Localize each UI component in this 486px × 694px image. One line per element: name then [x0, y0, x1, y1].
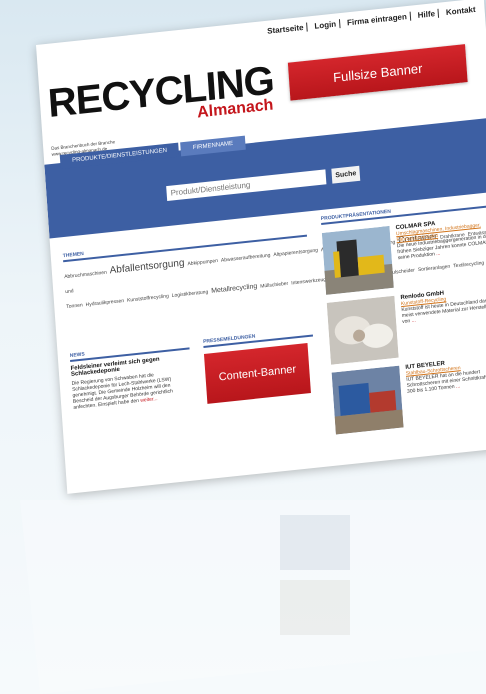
reflection-shape: [20, 500, 486, 694]
top-navigation: Startseite Login Firma eintragen Hilfe K…: [263, 5, 479, 37]
nav-hilfe[interactable]: Hilfe: [414, 8, 440, 21]
news-body: Die Regierung von Schwaben hat die Schla…: [71, 372, 174, 411]
tag-cloud-item[interactable]: Metallrecycling: [211, 283, 258, 295]
themen-section: THEMEN Abbruchmaschinen Abfallentsorgung A…: [62, 227, 486, 313]
colmar-product-image[interactable]: [321, 225, 394, 295]
tag-cloud-item[interactable]: Altpapierentsorgung: [273, 248, 318, 259]
nav-login[interactable]: Login: [311, 19, 341, 32]
product-more-link[interactable]: ...: [411, 318, 416, 324]
nav-firma-eintragen[interactable]: Firma eintragen: [343, 11, 412, 28]
page-reflection: [0, 500, 486, 694]
product-more-link[interactable]: ...: [436, 251, 441, 257]
news-section: NEWS Feldsleiner verleimt sich gegen Sch…: [69, 340, 193, 411]
tag-cloud-item[interactable]: Abkippumpen: [187, 258, 218, 267]
screenshot-stage: Startseite Login Firma eintragen Hilfe K…: [0, 0, 486, 694]
nav-kontakt[interactable]: Kontakt: [443, 5, 479, 18]
renlodo-product-image[interactable]: [326, 295, 399, 365]
fullsize-banner[interactable]: Fullsize Banner: [287, 44, 468, 101]
product-text: IUT BEYELER Stahlbau-Schrottscheren IUT …: [405, 355, 486, 427]
tag-cloud-item[interactable]: Abbruchmaschinen: [64, 270, 107, 280]
tag-cloud-item[interactable]: Kunststoffrecycling: [127, 293, 169, 303]
product-more-link[interactable]: ...: [456, 383, 461, 389]
search-input[interactable]: [166, 169, 327, 202]
tag-cloud-item[interactable]: Abwasseraufbereitung: [221, 253, 271, 264]
product-item: IUT BEYELER Stahlbau-Schrottscheren IUT …: [331, 355, 486, 435]
product-text: COLMAR SPA Umschlagmaschinen, Industrieb…: [395, 215, 486, 287]
news-more-link[interactable]: weiter...: [140, 396, 158, 404]
product-item: COLMAR SPA Umschlagmaschinen, Industrieb…: [321, 215, 486, 295]
produkte-section: PRODUKTPRÄSENTATIONEN COLMAR SPA Umschla…: [320, 198, 486, 435]
website-page: Startseite Login Firma eintragen Hilfe K…: [36, 0, 486, 494]
tag-cloud-item[interactable]: Müllschieber: [260, 281, 288, 290]
tag-cloud-item[interactable]: Intenswerkzeuge: [291, 277, 329, 287]
content-banner[interactable]: Content-Banner: [203, 343, 311, 404]
product-item: Renlodo GmbH Kunststoff-Recycling Kunsts…: [326, 285, 486, 365]
search-button[interactable]: Suche: [331, 165, 361, 184]
nav-startseite[interactable]: Startseite: [263, 22, 308, 37]
tag-cloud-item[interactable]: Hydraulikpressen: [85, 298, 124, 308]
tag-cloud-item[interactable]: Abfallentsorgung: [109, 258, 184, 277]
presse-section: PRESSEMELDUNGEN Content-Banner: [202, 327, 317, 404]
beyeler-product-image[interactable]: [331, 365, 404, 435]
tag-cloud-item[interactable]: Logistikberatung: [172, 289, 209, 299]
product-text: Renlodo GmbH Kunststoff-Recycling Kunsts…: [400, 285, 486, 357]
